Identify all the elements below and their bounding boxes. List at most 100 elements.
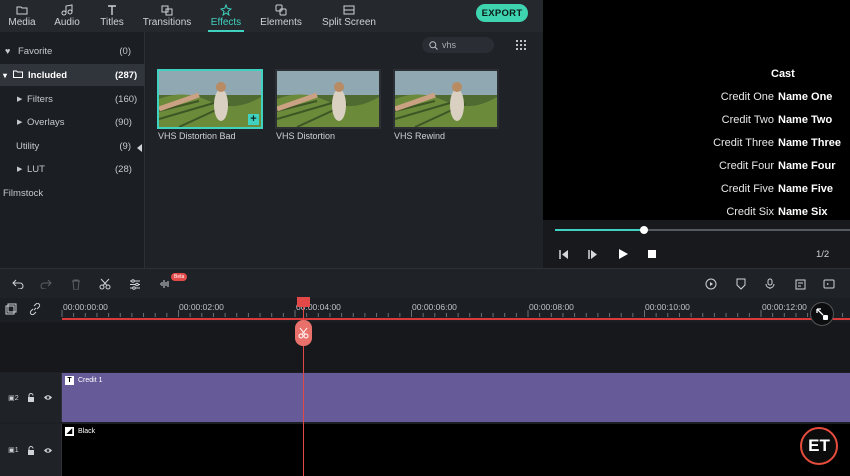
tab-media[interactable]: Media [0,0,44,32]
playhead-split-button[interactable] [295,320,312,346]
voiceover-button[interactable] [763,277,777,291]
split-button[interactable] [98,277,112,291]
heart-icon: ♥ [5,46,11,56]
search-value: vhs [442,40,457,50]
track-number: ▣1 [8,446,19,454]
delete-button[interactable] [69,277,83,291]
credit-first-name: Name [778,91,808,103]
thumbnail-label: VHS Distortion [276,131,336,141]
sidebar-item-label: LUT [27,163,45,175]
collapse-sidebar-icon[interactable] [137,144,142,152]
library-sidebar: ♥ Favorite (0) ▾ Included (287) ▶ Filter… [0,32,145,268]
credits-title: Cast [771,68,795,80]
track-number-value: 2 [14,394,19,402]
eye-icon[interactable] [43,447,53,454]
play-button[interactable] [616,248,630,260]
play-step-button[interactable] [586,248,600,260]
vineyard-thumbnail-image [159,71,261,127]
lock-icon[interactable] [27,393,35,402]
video-editor-window: Media Audio Titles Transitions Effects E… [0,0,850,476]
waveform-icon [160,280,169,288]
black-clip[interactable]: ◢ Black [62,424,850,476]
previous-frame-button[interactable] [557,248,571,260]
credit-first-name: Name [778,183,808,195]
add-track-button[interactable] [4,302,18,316]
sliders-icon [130,278,140,290]
sidebar-item-label: Included [28,69,68,81]
sidebar-item-overlays[interactable]: ▶ Overlays (90) [0,111,145,133]
clip-label: Credit 1 [78,377,103,384]
sidebar-item-filmstock[interactable]: Filmstock [0,182,145,204]
render-preview-button[interactable] [704,277,718,291]
ruler-baseline [62,318,850,320]
snapshot-button[interactable] [822,277,836,291]
preview-progress-bar[interactable] [555,226,850,234]
sidebar-item-favorite[interactable]: ♥ Favorite (0) [0,40,145,62]
folder-icon [15,4,29,16]
credit-last-name: Two [811,114,833,126]
sidebar-item-included[interactable]: ▾ Included (287) [0,64,145,86]
credit-row: Credit Two Name Two [693,114,850,128]
skip-back-icon [559,249,568,259]
adjust-button[interactable] [128,277,142,291]
split-screen-icon [342,4,356,16]
tab-split-screen[interactable]: Split Screen [310,0,388,32]
music-note-icon [60,4,74,16]
credit-role: Credit Four [718,160,774,172]
vineyard-thumbnail-image [395,71,497,127]
track-number-value: 1 [14,447,19,454]
folder-icon [10,70,28,81]
audio-mixer-button[interactable] [793,277,807,291]
redo-button[interactable] [39,277,53,291]
preview-viewer: Cast Credit One Name One Credit Two Name… [543,0,850,220]
text-t-icon: T [65,376,74,385]
snapshot-icon [823,279,835,289]
effects-browser: vhs + VHS Distortion Bad VHS Distortion … [146,32,543,268]
zoom-to-fit-button[interactable] [810,302,834,326]
track-header-2: ▣2 [0,373,62,422]
undo-icon [12,279,24,289]
eye-icon[interactable] [43,394,53,401]
chevron-right-icon: ▶ [17,96,23,103]
audio-stretch-button[interactable] [158,277,172,291]
add-effect-button[interactable]: + [248,114,259,125]
effect-thumbnail-vhs-rewind[interactable] [393,69,499,129]
scissors-icon [298,327,309,339]
text-t-icon [105,4,119,16]
progress-handle[interactable] [639,226,648,234]
playhead-handle[interactable] [297,297,310,307]
playback-controls: 1/2 [543,220,850,268]
undo-button[interactable] [11,277,25,291]
title-clip-credit-1[interactable]: T Credit 1 [62,373,850,422]
shield-marker-icon [736,278,746,290]
lock-icon[interactable] [27,445,35,455]
effect-thumbnail-vhs-distortion[interactable] [275,69,381,129]
credit-last-name: Four [811,160,836,172]
sidebar-item-label: Filmstock [3,187,44,199]
search-input[interactable]: vhs [422,37,494,53]
sidebar-item-filters[interactable]: ▶ Filters (160) [0,88,145,110]
tab-label: Transitions [142,17,192,28]
credit-last-name: Three [811,137,841,149]
stop-button[interactable] [645,248,659,260]
sidebar-item-count: (287) [115,69,138,81]
grid-view-icon[interactable] [516,40,526,50]
tab-effects[interactable]: Effects [200,0,252,32]
sidebar-item-lut[interactable]: ▶ LUT (28) [0,158,145,180]
effect-thumbnail-vhs-distortion-bad[interactable]: + [157,69,263,129]
link-button[interactable] [28,302,42,316]
tab-label: Split Screen [322,17,376,28]
tab-titles[interactable]: Titles [90,0,134,32]
marker-button[interactable] [734,277,748,291]
tab-audio[interactable]: Audio [44,0,90,32]
tab-elements[interactable]: Elements [252,0,310,32]
export-button[interactable]: EXPORT [476,4,528,22]
sidebar-item-count: (28) [115,163,132,175]
credit-row: Credit Three Name Three [693,137,850,151]
tab-transitions[interactable]: Transitions [134,0,200,32]
sidebar-item-utility[interactable]: Utility (9) [0,135,145,157]
credit-name: Name One [778,91,832,103]
redo-icon [40,279,52,289]
beta-badge: Beta [171,273,188,281]
credit-first-name: Name [778,206,808,218]
